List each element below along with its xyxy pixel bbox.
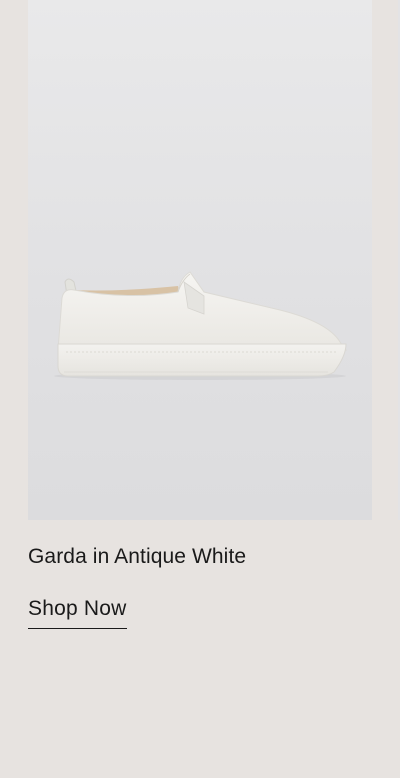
product-card[interactable]: Garda in Antique White Shop Now (28, 0, 372, 629)
product-carousel: Garda in Antique White Shop Now (0, 0, 400, 778)
slip-on-sneaker-illustration (54, 271, 347, 380)
product-title[interactable]: Garda in Antique White (28, 545, 246, 569)
product-image[interactable] (28, 0, 372, 520)
shop-now-link[interactable]: Shop Now (28, 597, 127, 629)
